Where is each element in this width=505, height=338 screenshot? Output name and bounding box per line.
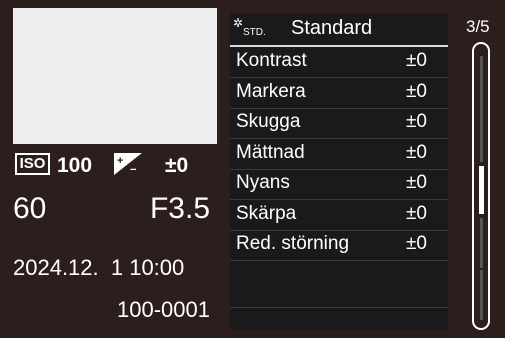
- scroll-track: [480, 114, 483, 162]
- aperture-value: F3.5: [149, 192, 210, 225]
- date-time: 2024.12. 1 10:00: [13, 255, 185, 280]
- menu-row-label: Skärpa: [236, 202, 297, 224]
- menu-header: ✲ STD. Standard: [230, 13, 448, 47]
- menu-row-0[interactable]: Kontrast ±0: [230, 47, 448, 78]
- menu-row-3[interactable]: Mättnad ±0: [230, 139, 448, 170]
- scroll-track: [480, 218, 483, 268]
- menu-row-6[interactable]: Red. störning ±0: [230, 230, 448, 261]
- picture-style-menu: ✲ STD. Standard Kontrast ±0 Markera ±0 Skugg…: [230, 13, 448, 330]
- svg-text:−: −: [130, 164, 136, 176]
- picture-style-icon: ✲ STD.: [233, 16, 266, 38]
- menu-row-label: Red. störning: [236, 233, 350, 254]
- exposure-compensation-icon: + −: [114, 153, 142, 176]
- menu-row-value: ±0: [406, 202, 427, 224]
- menu-row-value: ±0: [406, 172, 427, 193]
- file-number: 100-0001: [117, 297, 210, 322]
- menu-row-label: Mättnad: [236, 141, 305, 163]
- empty-row: [230, 277, 448, 308]
- scrollbar[interactable]: [472, 42, 490, 330]
- menu-row-label: Markera: [236, 80, 306, 102]
- menu-row-label: Kontrast: [236, 50, 307, 71]
- image-thumbnail: [13, 8, 217, 144]
- svg-text:+: +: [117, 155, 123, 167]
- picture-style-title: Standard: [291, 17, 373, 39]
- menu-row-value: ±0: [406, 80, 427, 102]
- menu-row-2[interactable]: Skugga ±0: [230, 108, 448, 139]
- menu-row-value: ±0: [406, 233, 427, 254]
- menu-row-value: ±0: [406, 141, 427, 163]
- menu-row-4[interactable]: Nyans ±0: [230, 169, 448, 200]
- menu-row-value: ±0: [406, 111, 427, 132]
- page-indicator: 3/5: [466, 17, 490, 36]
- menu-row-5[interactable]: Skärpa ±0: [230, 200, 448, 231]
- menu-row-1[interactable]: Markera ±0: [230, 78, 448, 109]
- shutter-speed: 60: [13, 192, 47, 225]
- iso-value: 100: [57, 154, 93, 177]
- scroll-track: [480, 270, 483, 320]
- empty-row: [230, 308, 448, 338]
- exposure-compensation-value: ±0: [165, 154, 189, 177]
- menu-row-label: Skugga: [236, 111, 301, 132]
- iso-icon: ISO: [15, 153, 50, 175]
- menu-row-label: Nyans: [236, 172, 290, 193]
- scroll-track: [480, 56, 483, 116]
- menu-row-value: ±0: [406, 50, 427, 71]
- scroll-thumb[interactable]: [479, 166, 484, 214]
